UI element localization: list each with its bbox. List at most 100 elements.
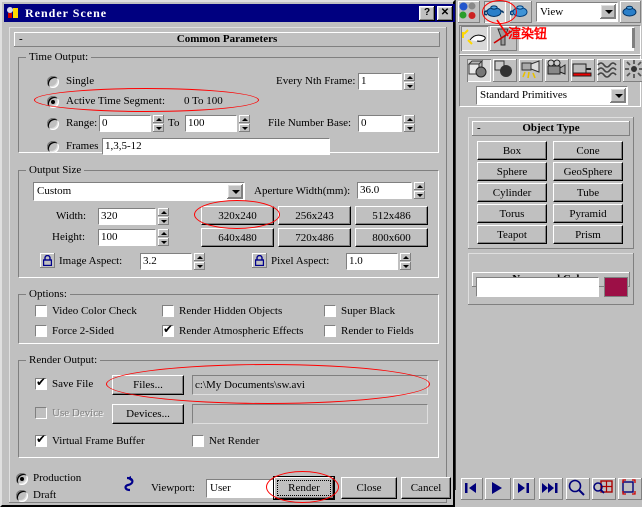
aperture-width-input[interactable]: 36.0 [357, 182, 412, 199]
color-swatch[interactable] [604, 277, 628, 297]
range-from-input[interactable]: 0 [99, 115, 151, 132]
radio-single[interactable] [47, 76, 59, 88]
checkbox-net-render[interactable] [192, 435, 204, 447]
devices-button[interactable]: Devices... [112, 404, 184, 424]
object-type-collapse-icon[interactable]: - [477, 121, 481, 136]
subcategory-value: Standard Primitives [480, 89, 568, 101]
help-button[interactable]: ? [419, 5, 435, 21]
output-size-group-label: Output Size [26, 164, 85, 176]
preset-512x486[interactable]: 512x486 [355, 206, 428, 225]
next-frame-icon[interactable] [513, 478, 535, 500]
object-button-cylinder[interactable]: Cylinder [477, 183, 547, 202]
object-type-rollout-header[interactable]: - Object Type [472, 121, 630, 136]
create-arrow-icon[interactable] [461, 26, 488, 51]
file-number-base-spinner[interactable] [404, 115, 415, 132]
image-aspect-lock-icon[interactable] [40, 253, 55, 268]
checkbox-video-color-check[interactable] [35, 305, 47, 317]
checkbox-force-2-sided[interactable] [35, 325, 47, 337]
checkbox-render-atmospheric-effects[interactable] [162, 322, 174, 337]
files-button-label: Files... [133, 379, 163, 391]
checkbox-use-device[interactable] [35, 407, 47, 419]
file-number-base-input[interactable]: 0 [358, 115, 402, 132]
object-button-pyramid[interactable]: Pyramid [553, 204, 623, 223]
prev-frame-icon[interactable] [461, 478, 483, 500]
range-to-input[interactable]: 100 [185, 115, 237, 132]
object-button-teapot[interactable]: Teapot [477, 225, 547, 244]
chevron-down-icon[interactable] [227, 184, 243, 199]
checkbox-virtual-frame-buffer[interactable] [35, 432, 47, 447]
close-button[interactable]: ✕ [437, 5, 453, 21]
lights-icon[interactable] [519, 59, 543, 82]
aperture-width-spinner[interactable] [414, 182, 425, 199]
pixel-aspect-spinner[interactable] [400, 253, 411, 270]
render-view-combo[interactable]: View [536, 2, 618, 22]
width-input[interactable]: 320 [98, 208, 156, 225]
space-warps-icon[interactable] [597, 59, 621, 82]
title-bar[interactable]: Render Scene ? ✕ [4, 4, 455, 22]
pixel-aspect-lock-icon[interactable] [252, 253, 267, 268]
radio-frames[interactable] [47, 141, 59, 153]
checkbox-render-hidden-objects[interactable] [162, 305, 174, 317]
object-button-geosphere[interactable]: GeoSphere [553, 162, 623, 181]
preset-800x600[interactable]: 800x600 [355, 228, 428, 247]
height-input[interactable]: 100 [98, 229, 156, 246]
checkbox-render-to-fields[interactable] [324, 325, 336, 337]
radio-active-time-segment[interactable] [47, 96, 59, 108]
radio-draft[interactable] [16, 490, 28, 502]
render-type-icon[interactable] [620, 1, 641, 23]
every-nth-frame-input[interactable]: 1 [358, 73, 402, 90]
image-aspect-input[interactable]: 3.2 [140, 253, 192, 270]
subcategory-combo[interactable]: Standard Primitives [476, 86, 628, 105]
object-name-input[interactable] [476, 277, 599, 297]
render-button[interactable]: Render [274, 477, 334, 499]
geometry-icon[interactable] [467, 59, 491, 82]
material-editor-icon[interactable] [458, 1, 480, 23]
zoom-all-icon[interactable] [592, 478, 616, 500]
shapes-icon[interactable] [493, 59, 517, 82]
helpers-icon[interactable] [571, 59, 595, 82]
chevron-down-icon-subcategory[interactable] [610, 88, 626, 103]
radio-range[interactable] [47, 118, 59, 130]
checkbox-save-file[interactable] [35, 375, 47, 390]
every-nth-frame-spinner[interactable] [404, 73, 415, 90]
render-scene-icon[interactable] [483, 1, 506, 23]
rollout-header-common-parameters[interactable]: - Common Parameters [14, 32, 440, 47]
cancel-button[interactable]: Cancel [401, 477, 451, 499]
width-spinner[interactable] [158, 208, 169, 225]
object-button-box[interactable]: Box [477, 141, 547, 160]
files-button[interactable]: Files... [112, 375, 184, 395]
end-frame-icon[interactable] [539, 478, 563, 500]
chevron-down-icon-view[interactable] [600, 4, 616, 19]
frames-input[interactable]: 1,3,5-12 [102, 138, 330, 155]
object-button-sphere[interactable]: Sphere [477, 162, 547, 181]
object-button-tube[interactable]: Tube [553, 183, 623, 202]
preset-256x243[interactable]: 256x243 [278, 206, 351, 225]
object-button-cone[interactable]: Cone [553, 141, 623, 160]
range-to-spinner[interactable] [239, 115, 250, 132]
output-size-preset-combo[interactable]: Custom [33, 182, 245, 201]
systems-icon[interactable] [623, 59, 642, 82]
image-aspect-label: Image Aspect: [59, 255, 123, 267]
image-aspect-spinner[interactable] [194, 253, 205, 270]
label-save-file: Save File [52, 378, 94, 390]
close-dialog-button[interactable]: Close [341, 477, 397, 499]
panel-tab-scroll[interactable] [632, 28, 635, 48]
zoom-extents-icon[interactable] [618, 478, 642, 500]
preset-640x480[interactable]: 640x480 [201, 228, 274, 247]
object-button-torus[interactable]: Torus [477, 204, 547, 223]
preset-curve-icon[interactable] [120, 474, 140, 494]
preset-320x240[interactable]: 320x240 [201, 206, 274, 225]
preset-720x486[interactable]: 720x486 [278, 228, 351, 247]
radio-production[interactable] [16, 473, 28, 485]
play-animation-icon[interactable] [485, 478, 511, 500]
object-button-prism[interactable]: Prism [553, 225, 623, 244]
zoom-icon[interactable] [566, 478, 590, 500]
range-from-spinner[interactable] [153, 115, 164, 132]
height-spinner[interactable] [158, 229, 169, 246]
rollout-collapse-icon[interactable]: - [19, 32, 23, 47]
quick-render-icon[interactable] [509, 1, 532, 23]
checkbox-super-black[interactable] [324, 305, 336, 317]
pixel-aspect-input[interactable]: 1.0 [346, 253, 398, 270]
cameras-icon[interactable] [545, 59, 569, 82]
label-virtual-frame-buffer: Virtual Frame Buffer [52, 435, 145, 447]
